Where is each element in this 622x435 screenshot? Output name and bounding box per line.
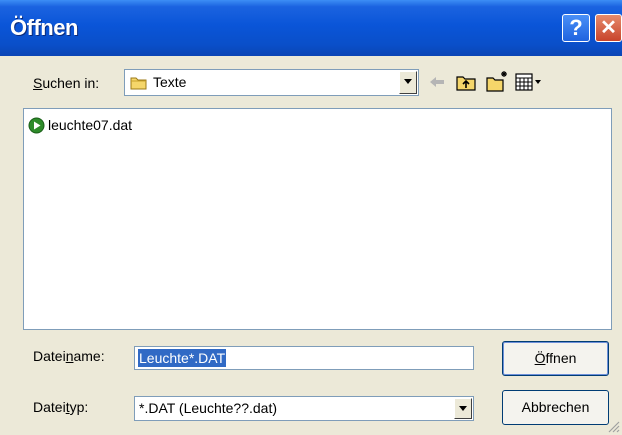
play-file-icon bbox=[28, 117, 45, 133]
up-folder-icon[interactable] bbox=[455, 72, 477, 92]
lookin-dropdown-button[interactable] bbox=[399, 71, 417, 94]
close-icon: ✕ bbox=[600, 17, 617, 39]
file-name: leuchte07.dat bbox=[48, 117, 133, 133]
window-title: Öffnen bbox=[10, 15, 78, 40]
filename-value: Leuchte*.DAT bbox=[138, 349, 227, 367]
help-button[interactable]: ? bbox=[562, 14, 590, 42]
new-folder-icon[interactable] bbox=[485, 69, 509, 93]
open-dialog: Öffnen ? ✕ Suchen in: Texte leuchte07.da… bbox=[0, 0, 622, 435]
file-list[interactable]: leuchte07.dat bbox=[23, 108, 612, 330]
filetype-dropdown-button[interactable] bbox=[454, 398, 472, 419]
filetype-value: *.DAT (Leuchte??.dat) bbox=[139, 400, 278, 416]
folder-icon bbox=[130, 77, 147, 90]
lookin-combo[interactable]: Texte bbox=[124, 69, 419, 96]
lookin-label: Suchen in: bbox=[33, 75, 100, 91]
filetype-combo[interactable]: *.DAT (Leuchte??.dat) bbox=[134, 396, 474, 421]
back-arrow-icon[interactable] bbox=[428, 74, 446, 90]
close-button[interactable]: ✕ bbox=[595, 14, 622, 42]
title-bar[interactable]: Öffnen ? ✕ bbox=[0, 0, 622, 56]
open-button[interactable]: Öffnen bbox=[502, 341, 609, 376]
lookin-value: Texte bbox=[153, 74, 187, 90]
view-menu-icon[interactable] bbox=[515, 72, 543, 92]
resize-grip-icon[interactable] bbox=[606, 419, 620, 433]
cancel-button[interactable]: Abbrechen bbox=[502, 390, 609, 425]
list-item[interactable]: leuchte07.dat bbox=[28, 116, 132, 134]
filetype-label: Dateityp: bbox=[33, 399, 89, 415]
help-icon: ? bbox=[569, 15, 583, 40]
filename-label: Dateiname: bbox=[33, 348, 105, 364]
filename-field[interactable]: Leuchte*.DAT bbox=[134, 346, 474, 370]
